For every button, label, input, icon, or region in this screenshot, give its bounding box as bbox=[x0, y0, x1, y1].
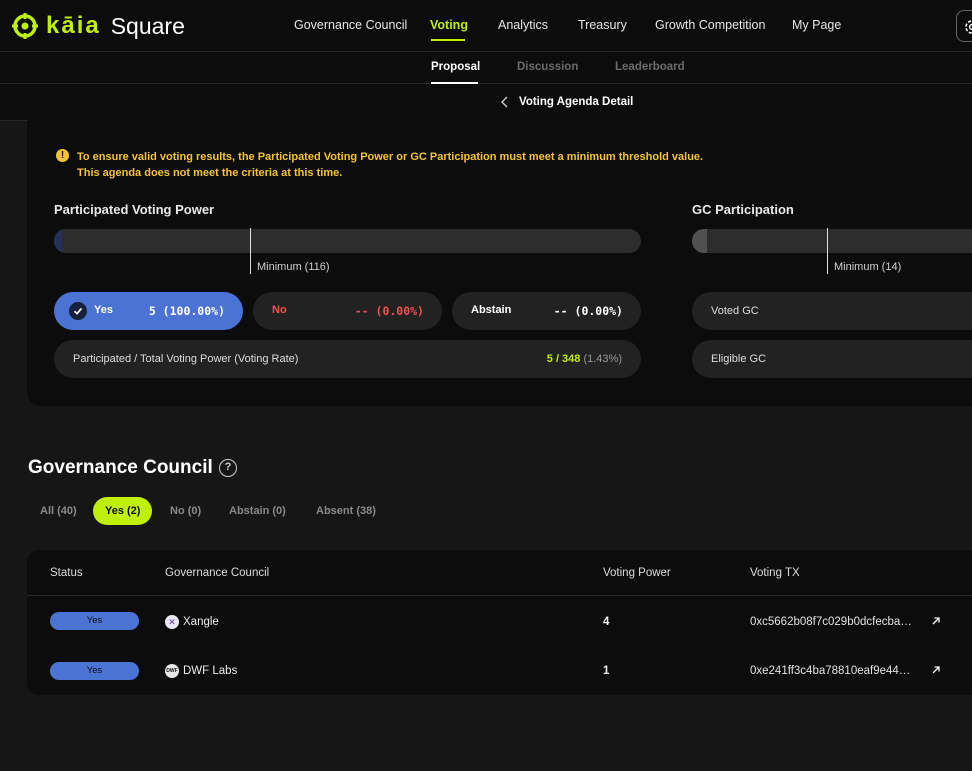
sub-navigation: Proposal Discussion Leaderboard bbox=[0, 52, 972, 84]
nav-voting[interactable]: Voting bbox=[430, 18, 468, 32]
filter-all[interactable]: All (40) bbox=[28, 497, 89, 525]
nav-my-page[interactable]: My Page bbox=[792, 18, 841, 32]
tab-leaderboard[interactable]: Leaderboard bbox=[615, 61, 685, 73]
column-header-voting-power: Voting Power bbox=[603, 567, 671, 579]
vote-no-value: -- (0.00%) bbox=[354, 304, 424, 318]
gc-participation-label: GC Participation bbox=[692, 202, 794, 217]
filter-yes[interactable]: Yes (2) bbox=[93, 497, 153, 525]
voting-power-bar bbox=[54, 229, 641, 253]
external-link-icon[interactable] bbox=[930, 615, 942, 627]
vote-yes-pill: Yes 5 (100.00%) bbox=[54, 292, 243, 330]
voting-rate-percent: (1.43%) bbox=[583, 353, 622, 365]
xangle-logo-icon: ✕ bbox=[165, 615, 179, 629]
status-badge: Yes bbox=[50, 612, 139, 630]
threshold-notice-line1: To ensure valid voting results, the Part… bbox=[77, 151, 704, 163]
question-icon[interactable]: ? bbox=[219, 459, 237, 477]
filter-abstain[interactable]: Abstain (0) bbox=[217, 497, 298, 525]
logo-square-text: Square bbox=[110, 12, 185, 39]
voting-tx-hash[interactable]: 0xc5662b08f7c029b0dcfecba… bbox=[750, 616, 922, 628]
settings-button[interactable] bbox=[956, 10, 972, 42]
eligible-gc-row: Eligible GC bbox=[692, 340, 972, 378]
tab-discussion[interactable]: Discussion bbox=[517, 61, 578, 73]
vote-abstain-value: -- (0.00%) bbox=[553, 304, 623, 318]
nav-active-indicator bbox=[431, 39, 465, 41]
logo-kaia-text: kāia bbox=[46, 12, 101, 39]
page-title: Voting Agenda Detail bbox=[519, 96, 634, 108]
gc-minimum-marker bbox=[827, 228, 828, 274]
threshold-notice-line2: This agenda does not meet the criteria a… bbox=[77, 166, 343, 179]
top-navigation-bar: kāia Square Governance Council Voting An… bbox=[0, 0, 972, 52]
voting-power-value: 4 bbox=[603, 616, 610, 628]
nav-growth-competition[interactable]: Growth Competition bbox=[655, 18, 765, 32]
external-link-icon[interactable] bbox=[930, 664, 942, 676]
column-header-governance-council: Governance Council bbox=[165, 567, 270, 579]
chevron-left-icon[interactable] bbox=[500, 96, 510, 108]
nav-governance-council[interactable]: Governance Council bbox=[294, 18, 407, 32]
column-header-status: Status bbox=[50, 567, 83, 579]
vote-no-label: No bbox=[272, 304, 287, 316]
vote-yes-label: Yes bbox=[94, 304, 113, 316]
vote-abstain-label: Abstain bbox=[471, 304, 512, 316]
filter-absent[interactable]: Absent (38) bbox=[304, 497, 388, 525]
column-header-voting-tx: Voting TX bbox=[750, 567, 800, 579]
voting-power-minimum-marker bbox=[250, 228, 251, 274]
governance-council-title: Governance Council bbox=[28, 457, 213, 478]
gc-minimum-label: Minimum (14) bbox=[834, 261, 902, 273]
dwf-labs-logo-icon: DWF bbox=[165, 664, 179, 678]
voting-rate-count: 5 / 348 bbox=[546, 353, 581, 365]
gc-participation-bar bbox=[692, 229, 972, 253]
voted-gc-row: Voted GC bbox=[692, 292, 972, 330]
voting-rate-row: Participated / Total Voting Power (Votin… bbox=[54, 340, 641, 378]
voting-tx-hash[interactable]: 0xe241ff3c4ba78810eaf9e44… bbox=[750, 665, 922, 677]
voted-gc-label: Voted GC bbox=[711, 305, 759, 317]
voting-power-value: 1 bbox=[603, 665, 610, 677]
nav-treasury[interactable]: Treasury bbox=[578, 18, 627, 32]
status-badge: Yes bbox=[50, 662, 139, 680]
tab-proposal[interactable]: Proposal bbox=[431, 61, 480, 73]
vote-no-pill: No -- (0.00%) bbox=[253, 292, 442, 330]
threshold-notice: To ensure valid voting results, the Part… bbox=[77, 150, 703, 181]
gc-name: DWF Labs bbox=[183, 665, 238, 677]
voting-power-bar-fill bbox=[54, 229, 63, 253]
gc-participation-bar-fill bbox=[692, 229, 707, 253]
gear-icon bbox=[965, 20, 972, 34]
table-header-divider bbox=[27, 595, 972, 596]
eligible-gc-label: Eligible GC bbox=[711, 353, 767, 365]
voting-power-minimum-label: Minimum (116) bbox=[257, 261, 330, 273]
voting-rate-label: Participated / Total Voting Power (Votin… bbox=[73, 353, 299, 365]
filter-no[interactable]: No (0) bbox=[158, 497, 213, 525]
kaia-logo-icon bbox=[12, 13, 38, 39]
info-icon: ! bbox=[56, 149, 69, 162]
voting-rate-value: 5 / 348 (1.43%) bbox=[547, 353, 622, 365]
kaia-square-logo[interactable]: kāia Square bbox=[12, 12, 185, 40]
check-icon bbox=[69, 302, 87, 320]
voting-power-label: Participated Voting Power bbox=[54, 202, 215, 217]
nav-analytics[interactable]: Analytics bbox=[498, 18, 548, 32]
vote-abstain-pill: Abstain -- (0.00%) bbox=[452, 292, 641, 330]
vote-yes-value: 5 (100.00%) bbox=[148, 304, 225, 318]
gc-name: Xangle bbox=[183, 616, 219, 628]
